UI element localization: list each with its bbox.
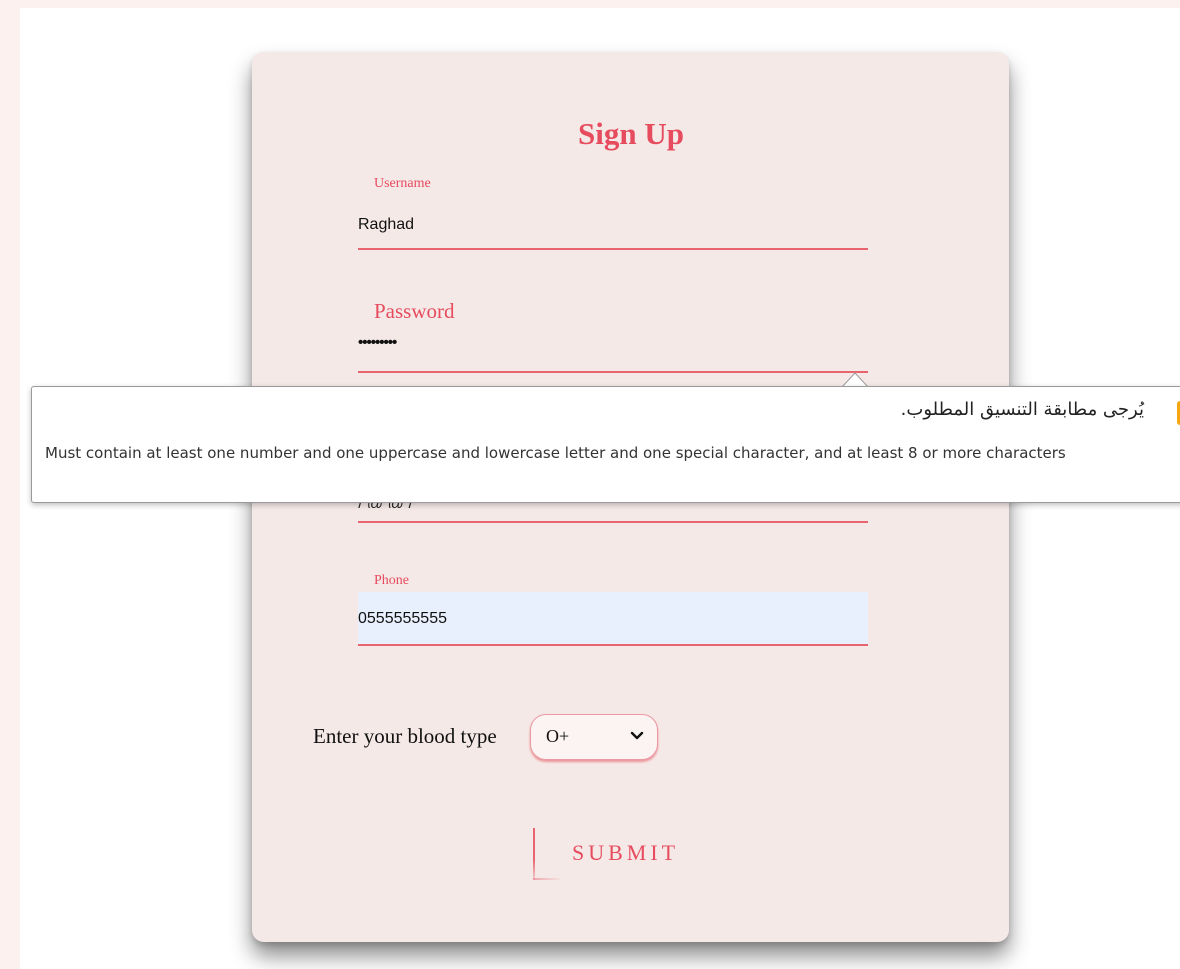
submit-border-accent xyxy=(533,828,535,880)
page-title: Sign Up xyxy=(578,116,684,151)
tooltip-arrow xyxy=(842,372,868,387)
submit-button[interactable]: SUBMIT xyxy=(533,828,703,880)
tooltip-message: Must contain at least one number and one… xyxy=(45,444,1066,462)
submit-label: SUBMIT xyxy=(572,840,680,865)
password-underline xyxy=(358,371,868,373)
password-label: Password xyxy=(374,299,455,323)
username-underline xyxy=(358,248,868,250)
phone-input[interactable] xyxy=(358,608,868,630)
password-input[interactable]: ••••••••• xyxy=(358,334,868,356)
username-label: Username xyxy=(374,176,431,191)
blood-type-select[interactable]: O+ xyxy=(530,714,658,760)
blood-type-value: O+ xyxy=(546,726,570,746)
phone-underline xyxy=(358,644,868,646)
email-underline xyxy=(358,521,868,523)
validation-tooltip: ! يُرجى مطابقة التنسيق المطلوب. Must con… xyxy=(31,386,1180,503)
submit-border-accent-bottom xyxy=(533,878,563,880)
tooltip-title: يُرجى مطابقة التنسيق المطلوب. xyxy=(900,399,1144,420)
chevron-down-icon xyxy=(630,731,644,740)
phone-label: Phone xyxy=(374,573,409,588)
blood-type-label: Enter your blood type xyxy=(313,724,497,748)
username-input[interactable] xyxy=(358,214,868,236)
